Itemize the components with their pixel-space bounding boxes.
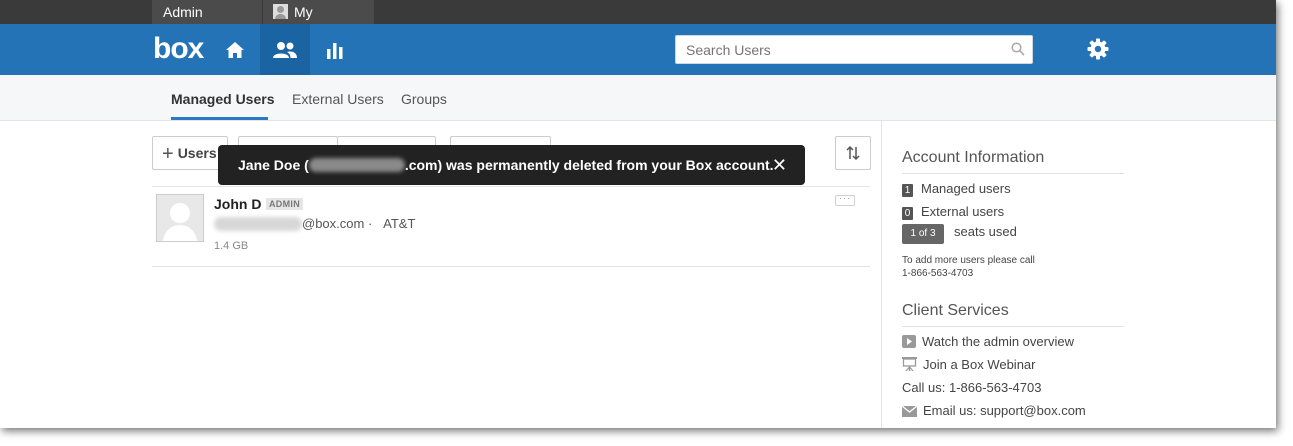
close-icon[interactable]: ✕ xyxy=(772,145,787,185)
managed-users-stat: 1 Managed users xyxy=(902,181,1011,197)
bar-chart-icon xyxy=(327,42,343,59)
redacted-email xyxy=(214,217,302,231)
add-more-users-note: To add more users please call 1-866-563-… xyxy=(902,254,1035,280)
tab-groups[interactable]: Groups xyxy=(401,91,447,107)
tab-external-users[interactable]: External Users xyxy=(292,91,384,107)
nav-users-button[interactable] xyxy=(260,24,310,75)
user-separator: · xyxy=(367,216,373,231)
nav-reports-button[interactable] xyxy=(310,24,360,75)
managed-count-badge: 1 xyxy=(902,184,913,197)
user-email: @box.com · AT&T xyxy=(302,216,415,231)
join-webinar-label: Join a Box Webinar xyxy=(923,357,1036,372)
client-services-title: Client Services xyxy=(902,302,1009,319)
plus-icon: + xyxy=(162,143,174,165)
avatar-icon xyxy=(273,4,288,19)
user-company: AT&T xyxy=(383,216,416,231)
add-users-label: Users xyxy=(177,145,217,161)
managed-users-label: Managed users xyxy=(921,181,1011,196)
gear-icon[interactable] xyxy=(1087,38,1109,60)
account-info-title: Account Information xyxy=(902,149,1045,166)
seats-stat: 1 of 3 seats used xyxy=(902,224,1017,244)
seats-badge: 1 of 3 xyxy=(902,224,944,244)
tab-bar: Managed Users External Users Groups xyxy=(0,75,1276,121)
add-more-line-1: To add more users please call xyxy=(902,255,1035,266)
external-users-stat: 0 External users xyxy=(902,204,1004,220)
user-storage: 1.4 GB xyxy=(214,240,249,252)
my-account-tab[interactable]: My Account xyxy=(263,0,374,44)
header: box xyxy=(0,24,1276,75)
user-name[interactable]: John D xyxy=(214,196,261,212)
admin-badge: ADMIN xyxy=(266,198,303,210)
seats-label: seats used xyxy=(954,224,1017,239)
mail-icon xyxy=(902,406,917,417)
tab-managed-users[interactable]: Managed Users xyxy=(171,91,274,107)
email-us-label: Email us: support@box.com xyxy=(923,403,1086,418)
app-window: Admin Console My Account box xyxy=(0,0,1276,428)
users-icon xyxy=(273,41,297,58)
email-us-link[interactable]: Email us: support@box.com xyxy=(902,403,1086,418)
external-count-badge: 0 xyxy=(902,207,913,220)
panel-divider xyxy=(902,173,1124,174)
sort-icon xyxy=(846,145,860,161)
presentation-icon xyxy=(902,357,917,371)
row-more-menu-button[interactable]: ··· xyxy=(835,194,855,206)
toast-prefix: Jane Doe ( xyxy=(238,157,309,173)
deleted-toast: Jane Doe ( .com) was permanently deleted … xyxy=(218,145,805,185)
search-icon[interactable] xyxy=(1011,42,1025,56)
sort-button[interactable] xyxy=(835,136,871,170)
admin-console-tab[interactable]: Admin Console xyxy=(152,0,262,44)
toast-suffix: .com) was permanently deleted from your … xyxy=(404,157,774,173)
user-email-domain: @box.com xyxy=(302,216,365,231)
add-users-button[interactable]: + Users xyxy=(152,136,228,170)
top-bar: Admin Console My Account xyxy=(0,0,1276,44)
box-logo[interactable]: box xyxy=(153,32,204,66)
table-row[interactable]: John D ADMIN @box.com · AT&T 1.4 GB ··· xyxy=(152,187,870,267)
watch-overview-label: Watch the admin overview xyxy=(922,334,1074,349)
active-tab-indicator xyxy=(171,117,268,120)
external-users-label: External users xyxy=(921,204,1005,219)
panel-divider xyxy=(902,326,1124,327)
side-panel: Account Information 1 Managed users 0 Exte… xyxy=(881,121,1276,428)
home-icon xyxy=(226,41,244,58)
call-us-text: Call us: 1-866-563-4703 xyxy=(902,380,1042,395)
join-webinar-link[interactable]: Join a Box Webinar xyxy=(902,357,1036,372)
nav-home-button[interactable] xyxy=(210,24,260,75)
redacted-email xyxy=(308,158,405,172)
watch-overview-link[interactable]: Watch the admin overview xyxy=(902,334,1074,349)
add-more-phone: 1-866-563-4703 xyxy=(902,268,974,279)
play-icon xyxy=(902,335,916,348)
user-avatar xyxy=(156,194,204,242)
search-users-input[interactable] xyxy=(675,35,1033,64)
